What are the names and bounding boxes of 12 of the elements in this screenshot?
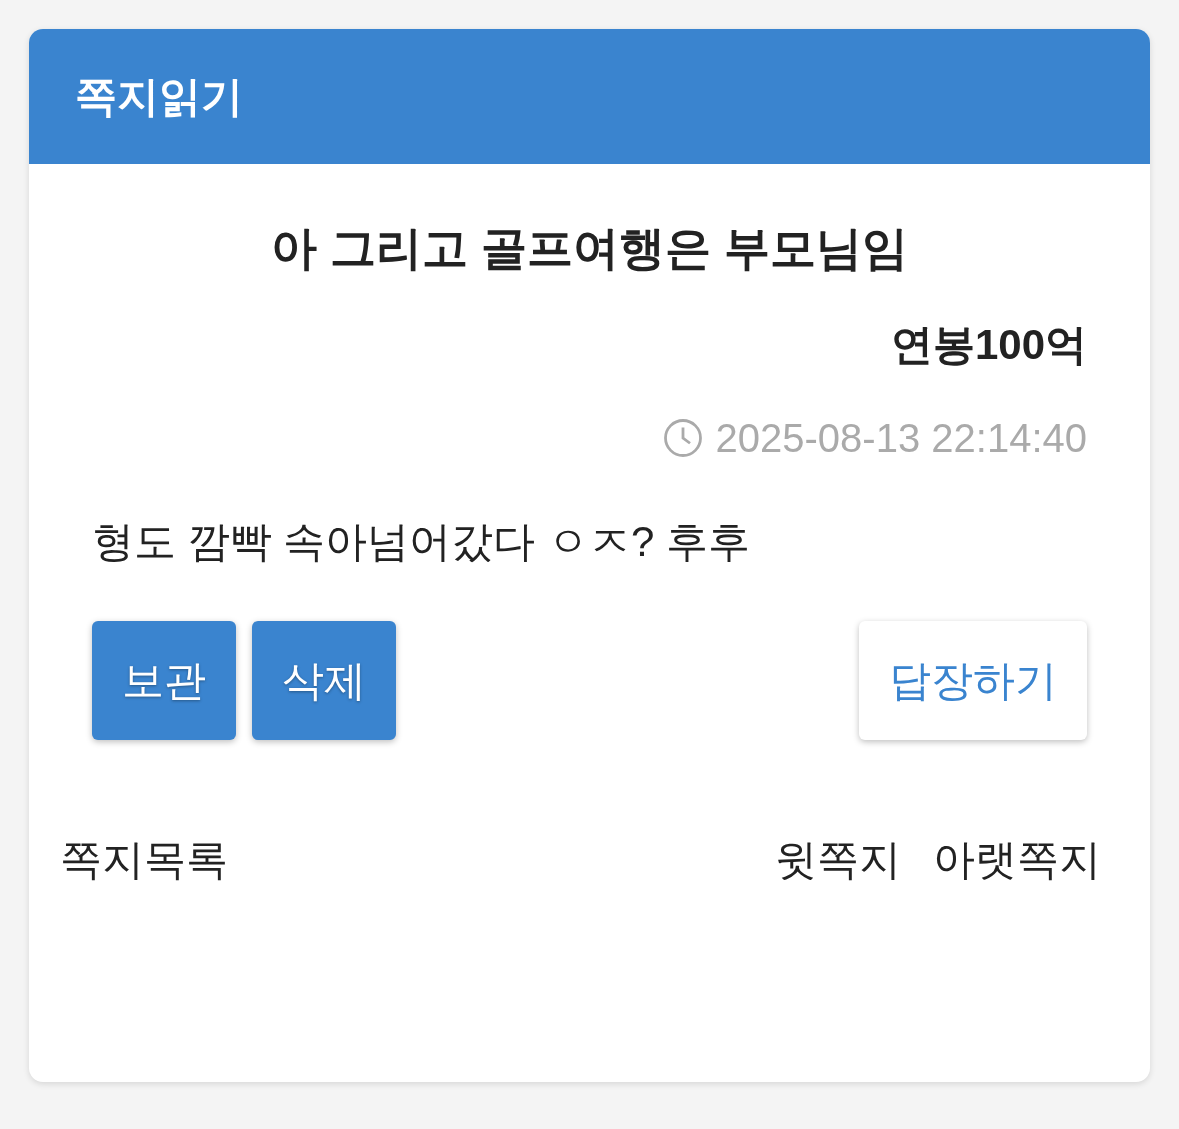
reply-button[interactable]: 답장하기 bbox=[859, 621, 1087, 740]
previous-message-link[interactable]: 윗쪽지 bbox=[775, 828, 901, 891]
clock-icon bbox=[661, 417, 704, 459]
next-message-link[interactable]: 아랫쪽지 bbox=[933, 828, 1101, 891]
action-button[interactable]: 보관 bbox=[92, 621, 236, 740]
message-body: 형도 깜빡 속아넘어갔다 ㅇㅈ? 후후 bbox=[92, 517, 752, 567]
message-subject: 아 그리고 골프여행은 부모님임 bbox=[270, 221, 909, 276]
action-button[interactable]: 삭제 bbox=[252, 621, 396, 740]
sender-name: 연봉100억 bbox=[890, 320, 1087, 370]
header-title: 쪽지읽기 bbox=[75, 72, 243, 122]
message-time: 2025-08-13 22:14:40 bbox=[715, 415, 1087, 462]
message-list-link[interactable]: 쪽지목록 bbox=[60, 828, 228, 891]
